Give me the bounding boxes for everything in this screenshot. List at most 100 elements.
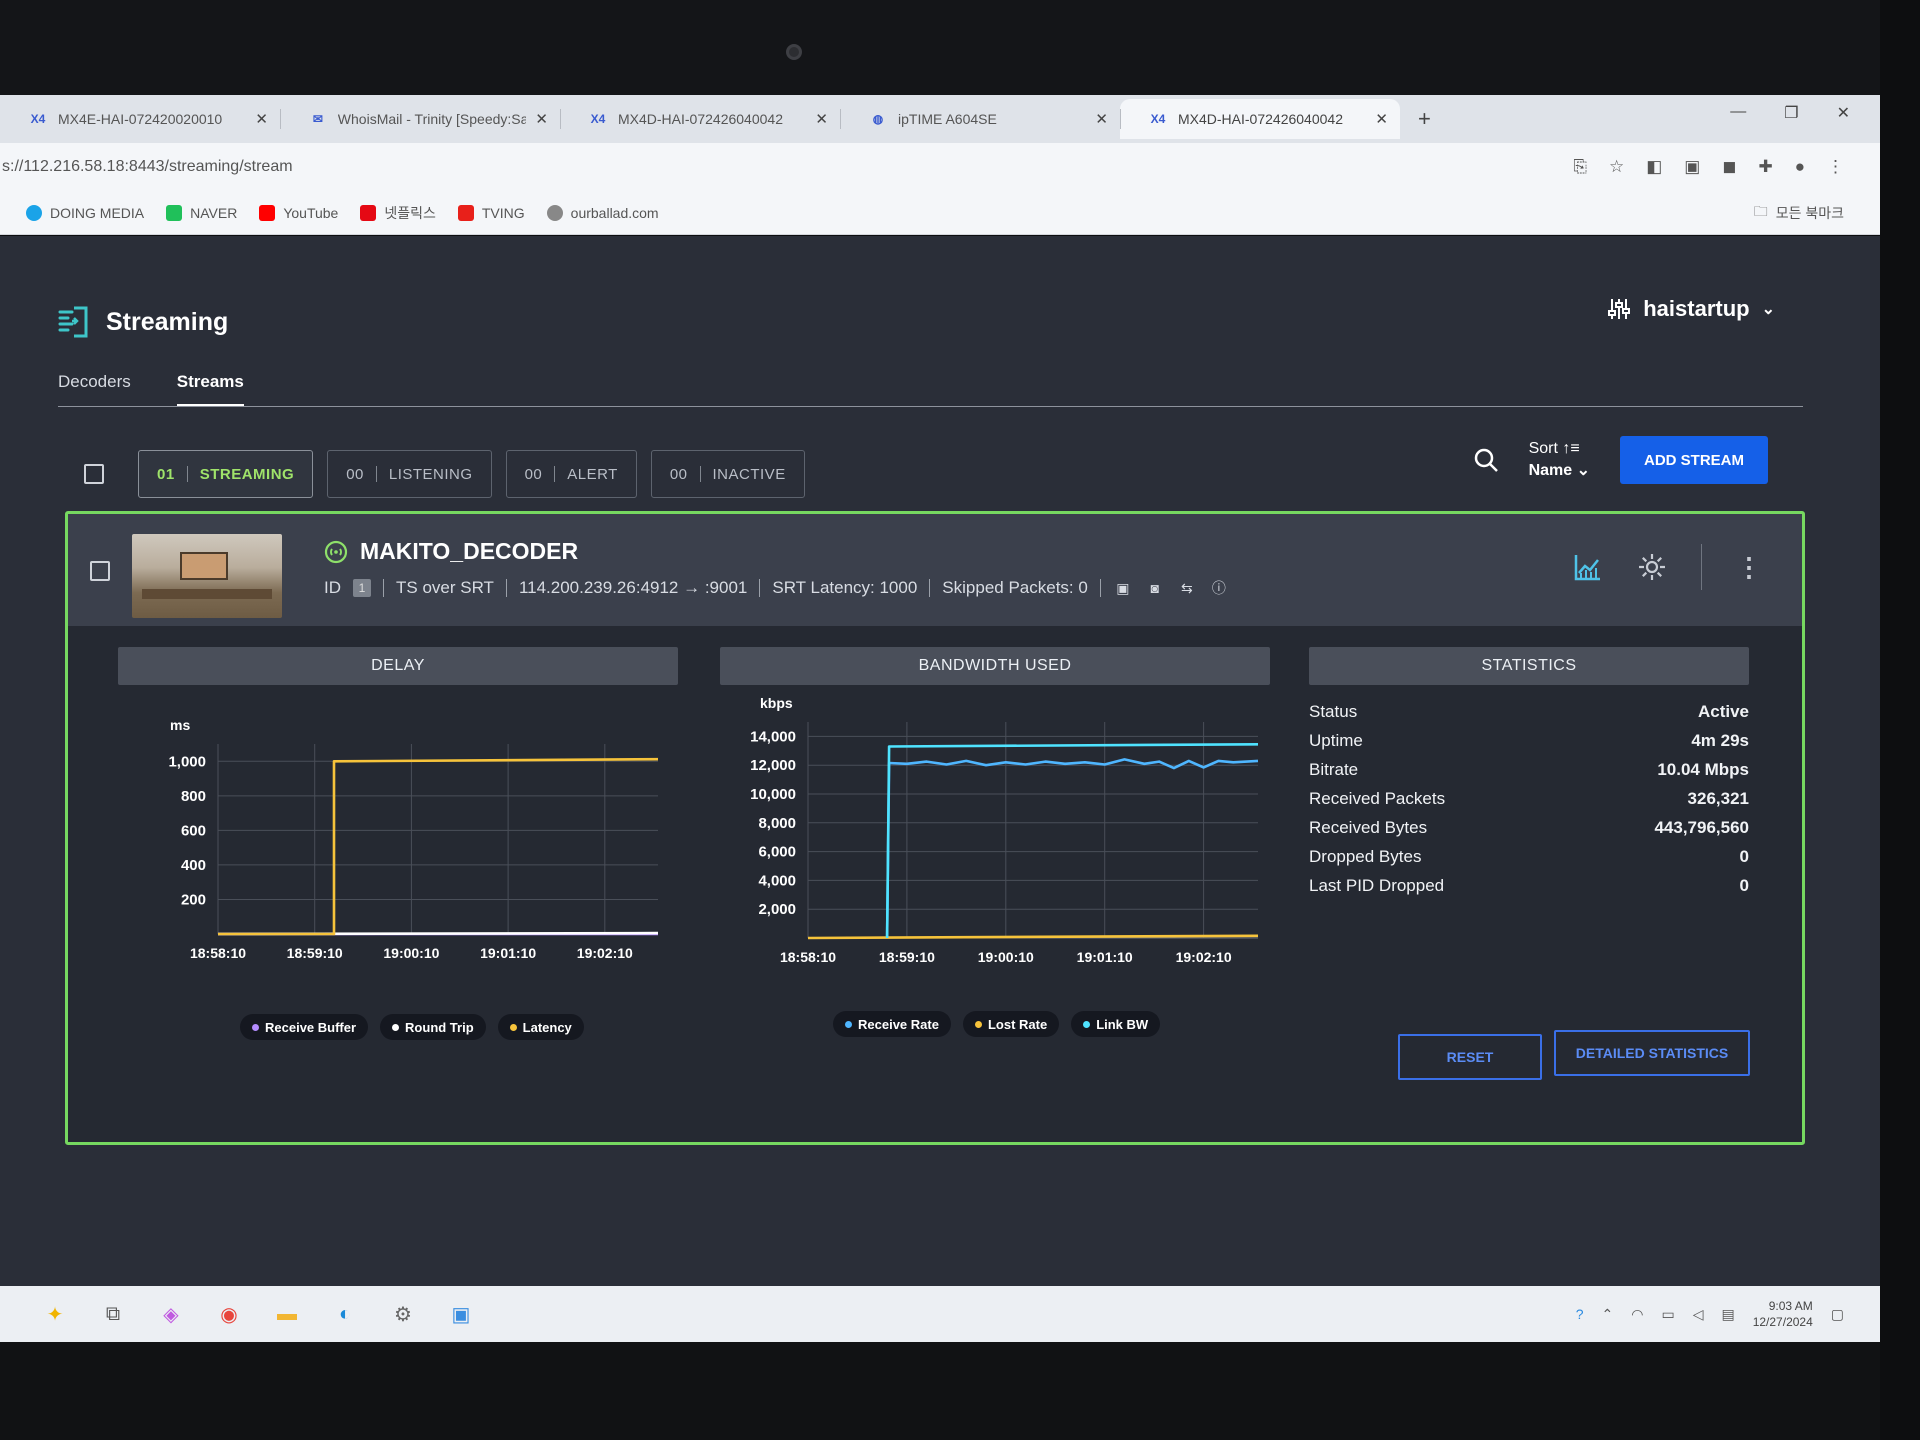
- user-menu[interactable]: haistartup ⌄: [1607, 296, 1775, 322]
- url-text[interactable]: s://112.216.58.18:8443/streaming/stream: [2, 158, 293, 176]
- y-tick-label: 800: [181, 788, 206, 805]
- sort-dropdown[interactable]: Sort ↑≡ Name ⌄: [1529, 438, 1590, 482]
- browser-tab[interactable]: ◍ ipTIME A604SE ✕: [840, 99, 1120, 139]
- filter-streaming[interactable]: 01 STREAMING: [138, 450, 314, 498]
- add-stream-button[interactable]: ADD STREAM: [1620, 436, 1768, 484]
- close-icon[interactable]: ✕: [535, 110, 548, 128]
- copilot-icon[interactable]: ◈: [156, 1299, 186, 1329]
- tab-decoders[interactable]: Decoders: [58, 372, 131, 407]
- legend-item[interactable]: Receive Buffer: [240, 1014, 369, 1040]
- extension-icon[interactable]: ◼: [1722, 157, 1736, 177]
- battery-icon[interactable]: ▭: [1661, 1306, 1674, 1323]
- app-window-icon[interactable]: ▣: [446, 1299, 476, 1329]
- info-icon[interactable]: ⓘ: [1209, 579, 1229, 597]
- delay-panel-title: DELAY: [118, 647, 678, 685]
- close-icon[interactable]: ✕: [255, 110, 268, 128]
- bookmark[interactable]: 넷플릭스: [360, 203, 436, 223]
- gear-icon[interactable]: [1637, 552, 1667, 582]
- bookmark-label: 넷플릭스: [384, 204, 436, 221]
- close-icon[interactable]: ✕: [1095, 110, 1108, 128]
- close-icon[interactable]: ✕: [815, 110, 828, 128]
- puzzle-icon[interactable]: ✚: [1758, 157, 1772, 177]
- stream-checkbox[interactable]: [90, 561, 110, 581]
- detailed-statistics-button[interactable]: DETAILED STATISTICS: [1554, 1030, 1750, 1076]
- stream-thumbnail[interactable]: [132, 534, 282, 618]
- y-tick-label: 400: [181, 857, 206, 874]
- screen-bezel-right: [1880, 0, 1920, 1440]
- bookmark[interactable]: NAVER: [166, 204, 237, 221]
- filter-inactive[interactable]: 00 INACTIVE: [650, 450, 805, 498]
- delay-chart: ms 1,000 800 600 400 200 18:58:10 18:59:10 19:00…: [168, 717, 659, 961]
- clock[interactable]: 9:03 AM 12/27/2024: [1753, 1298, 1813, 1330]
- bookmark[interactable]: TVING: [457, 204, 525, 221]
- search-icon[interactable]: [1473, 447, 1499, 473]
- divider: [186, 466, 188, 482]
- legend-item[interactable]: Receive Rate: [833, 1011, 951, 1037]
- new-tab-button[interactable]: +: [1418, 106, 1431, 132]
- file-explorer-icon[interactable]: ▬: [272, 1299, 302, 1329]
- select-all-checkbox[interactable]: [84, 464, 104, 484]
- star-icon[interactable]: ☆: [1609, 157, 1624, 177]
- browser-tab[interactable]: X4 MX4E-HAI-072420020010 ✕: [0, 99, 280, 139]
- sort-label: Sort: [1528, 440, 1558, 457]
- settings-icon[interactable]: ⚙: [388, 1299, 418, 1329]
- legend-dot: [392, 1023, 400, 1031]
- translate-icon[interactable]: ⎘: [1573, 157, 1587, 177]
- divider: [759, 579, 761, 597]
- volume-icon[interactable]: ◁: [1693, 1306, 1704, 1323]
- bookmark[interactable]: DOING MEDIA: [26, 204, 144, 221]
- bandwidth-chart: kbps 14,000 12,000 10,000 8,000 6,000 4,000 2,0…: [750, 695, 1259, 965]
- legend-item[interactable]: Round Trip: [380, 1014, 486, 1040]
- extension-icon[interactable]: ◧: [1646, 157, 1662, 177]
- browser-tab-active[interactable]: X4 MX4D-HAI-072426040042 ✕: [1120, 99, 1400, 139]
- x-tick-label: 19:00:10: [978, 949, 1034, 965]
- stat-label: Dropped Bytes: [1309, 847, 1422, 866]
- legend-label: Latency: [522, 1019, 572, 1035]
- legend-item[interactable]: Lost Rate: [962, 1011, 1060, 1037]
- divider: [929, 579, 931, 597]
- id-label: ID: [324, 578, 341, 597]
- close-window-icon[interactable]: ✕: [1837, 103, 1850, 123]
- notification-icon[interactable]: ▢: [1831, 1306, 1844, 1323]
- x-tick-label: 19:02:10: [577, 945, 633, 961]
- chevron-up-icon[interactable]: ⌃: [1602, 1306, 1614, 1323]
- legend-item[interactable]: Link BW: [1071, 1011, 1161, 1037]
- x-tick-label: 19:01:10: [480, 945, 536, 961]
- menu-dots-icon[interactable]: ⋮: [1827, 157, 1844, 177]
- edge-icon[interactable]: ◐: [330, 1299, 360, 1329]
- y-tick-label: 1,000: [168, 753, 206, 770]
- filter-label: LISTENING: [388, 465, 473, 483]
- filter-listening[interactable]: 00 LISTENING: [327, 450, 492, 498]
- bookmark[interactable]: YouTube: [259, 204, 339, 221]
- app-tabs: Decoders Streams: [58, 372, 244, 407]
- browser-tab[interactable]: ✉ WhoisMail - Trinity [Speedy:Sa ✕: [280, 99, 560, 139]
- minimize-icon[interactable]: —: [1730, 103, 1746, 123]
- copilot-sparkle-icon[interactable]: ✦: [40, 1299, 70, 1329]
- more-options-icon[interactable]: ⋮: [1736, 552, 1762, 583]
- help-icon[interactable]: ?: [1576, 1306, 1584, 1322]
- stream-name: MAKITO_DECODER: [360, 538, 579, 564]
- reset-button[interactable]: RESET: [1398, 1034, 1542, 1080]
- status-filters: 01 STREAMING 00 LISTENING 00 ALERT 00 INACTI…: [84, 450, 805, 498]
- bookmark-label: YouTube: [283, 204, 339, 221]
- bookmark[interactable]: ourballad.com: [546, 204, 659, 221]
- stat-label: Status: [1309, 702, 1358, 721]
- divider: [375, 466, 377, 482]
- all-bookmarks[interactable]: 🗀 모든 북마크: [1754, 201, 1844, 225]
- task-view-icon[interactable]: ⧉: [98, 1299, 128, 1329]
- restore-icon[interactable]: ❐: [1784, 103, 1798, 123]
- webcam: [786, 44, 802, 60]
- network-icon[interactable]: ◠: [1631, 1306, 1643, 1323]
- profile-avatar-icon[interactable]: ●: [1795, 157, 1805, 177]
- stream-card: MAKITO_DECODER ID 1 TS over SRT 114.200.…: [65, 511, 1805, 1145]
- chart-icon[interactable]: [1573, 552, 1603, 582]
- filter-alert[interactable]: 00 ALERT: [505, 450, 637, 498]
- legend-item[interactable]: Latency: [497, 1014, 584, 1040]
- tray-app-icon[interactable]: ▤: [1721, 1306, 1734, 1323]
- stat-value: 443,796,560: [1654, 818, 1749, 837]
- browser-tab[interactable]: X4 MX4D-HAI-072426040042 ✕: [560, 99, 840, 139]
- tab-streams[interactable]: Streams: [176, 372, 244, 407]
- extension-icon[interactable]: ▣: [1684, 157, 1700, 177]
- chrome-icon[interactable]: ◉: [214, 1299, 244, 1329]
- close-icon[interactable]: ✕: [1375, 110, 1388, 128]
